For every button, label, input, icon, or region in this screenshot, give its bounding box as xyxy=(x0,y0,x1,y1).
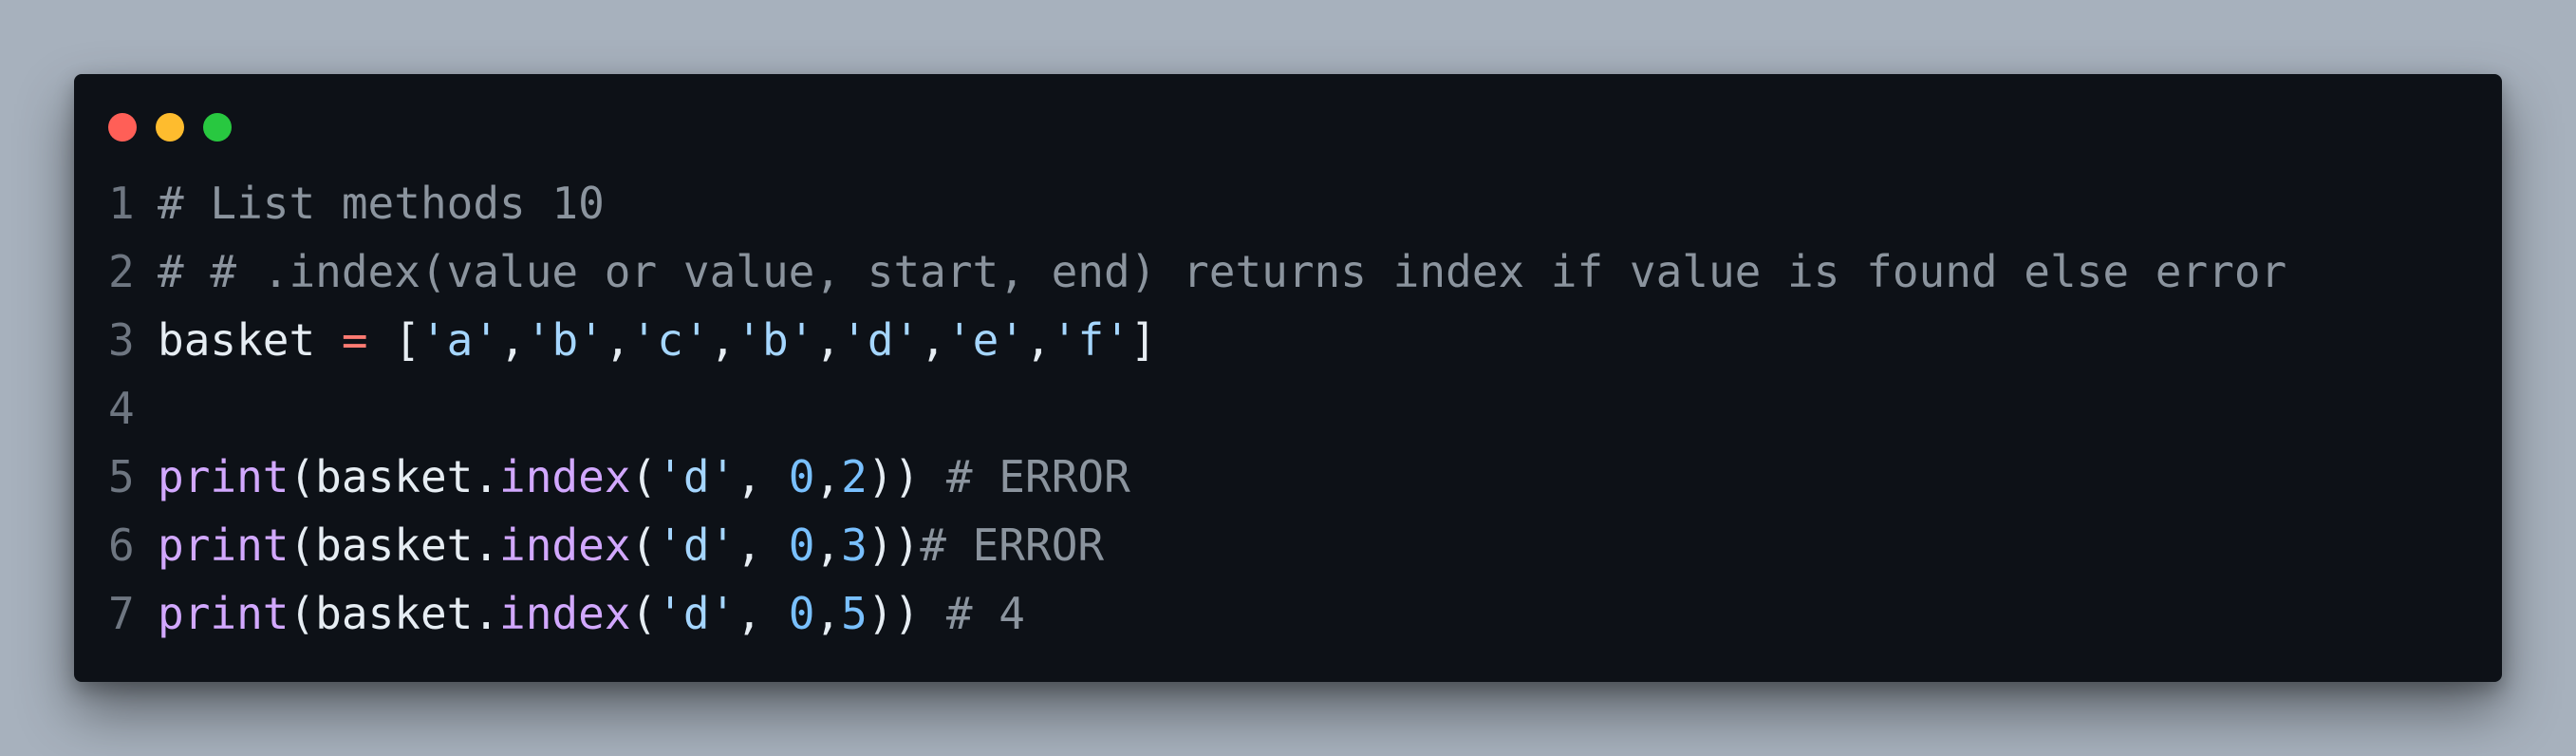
code-line: 4 xyxy=(108,374,2483,443)
line-number: 2 xyxy=(108,246,135,297)
token-plain: , xyxy=(604,314,631,366)
code-text: print(basket.index('d', 0,3))# ERROR xyxy=(158,511,1104,579)
token-plain: (basket. xyxy=(289,520,500,571)
token-plain: , xyxy=(736,588,789,639)
code-line: 7 print(basket.index('d', 0,5)) # 4 xyxy=(108,579,2483,648)
code-line: 5 print(basket.index('d', 0,2)) # ERROR xyxy=(108,443,2483,511)
token-plain: [ xyxy=(367,314,420,366)
token-plain: , xyxy=(709,314,737,366)
line-number: 4 xyxy=(108,383,135,434)
token-plain: , xyxy=(736,451,789,502)
code-line: 6 print(basket.index('d', 0,3))# ERROR xyxy=(108,511,2483,579)
token-str: 'a' xyxy=(420,314,500,366)
token-str: 'd' xyxy=(841,314,921,366)
token-plain: , xyxy=(1025,314,1052,366)
line-number: 1 xyxy=(108,178,135,229)
line-number: 6 xyxy=(108,520,135,571)
token-plain: , xyxy=(736,520,789,571)
token-plain: )) xyxy=(867,451,946,502)
token-num: 0 xyxy=(788,451,815,502)
token-str: 'd' xyxy=(657,520,737,571)
window-controls xyxy=(108,113,232,142)
token-plain: )) xyxy=(867,588,946,639)
token-str: 'd' xyxy=(657,588,737,639)
token-fn: print xyxy=(158,588,289,639)
token-comment: # # .index(value or value, start, end) r… xyxy=(158,246,2287,297)
minimize-dot-icon[interactable] xyxy=(156,113,184,142)
line-number: 3 xyxy=(108,314,135,366)
close-dot-icon[interactable] xyxy=(108,113,137,142)
code-text: print(basket.index('d', 0,5)) # 4 xyxy=(158,579,1025,648)
token-comment: # ERROR xyxy=(945,451,1130,502)
token-str: 'c' xyxy=(630,314,710,366)
token-comment: # ERROR xyxy=(920,520,1105,571)
token-plain: , xyxy=(814,314,842,366)
token-plain: basket xyxy=(158,314,342,366)
token-comment: # 4 xyxy=(945,588,1026,639)
token-num: 3 xyxy=(841,520,868,571)
code-editor: 1 # List methods 10 2 # # .index(value or v… xyxy=(108,169,2483,648)
code-window: 1 # List methods 10 2 # # .index(value or v… xyxy=(74,74,2502,682)
token-plain: , xyxy=(814,451,842,502)
token-plain: , xyxy=(499,314,526,366)
token-num: 2 xyxy=(841,451,868,502)
maximize-dot-icon[interactable] xyxy=(203,113,232,142)
code-line: 1 # List methods 10 xyxy=(108,169,2483,237)
code-line: 2 # # .index(value or value, start, end) … xyxy=(108,237,2483,306)
line-number: 5 xyxy=(108,451,135,502)
token-num: 0 xyxy=(788,588,815,639)
token-str: 'b' xyxy=(736,314,815,366)
token-num: 0 xyxy=(788,520,815,571)
code-line: 3 basket = ['a','b','c','b','d','e','f'] xyxy=(108,306,2483,374)
token-plain: (basket. xyxy=(289,451,500,502)
code-text: print(basket.index('d', 0,2)) # ERROR xyxy=(158,443,1130,511)
token-plain: ( xyxy=(630,520,658,571)
token-plain: ( xyxy=(630,451,658,502)
token-plain: , xyxy=(920,314,946,366)
token-fn: print xyxy=(158,451,289,502)
token-str: 'd' xyxy=(657,451,737,502)
token-plain: ] xyxy=(1129,314,1157,366)
token-plain: )) xyxy=(867,520,921,571)
token-num: 5 xyxy=(841,588,868,639)
code-text: # # .index(value or value, start, end) r… xyxy=(158,237,2287,306)
code-text: # List methods 10 xyxy=(158,169,605,237)
token-fn: print xyxy=(158,520,289,571)
token-fn: index xyxy=(499,451,631,502)
code-text: basket = ['a','b','c','b','d','e','f'] xyxy=(158,306,1157,374)
token-plain: , xyxy=(814,520,842,571)
token-comment: # List methods 10 xyxy=(158,178,605,229)
token-plain: , xyxy=(814,588,842,639)
token-str: 'e' xyxy=(945,314,1026,366)
token-plain: (basket. xyxy=(289,588,500,639)
token-plain: ( xyxy=(630,588,658,639)
token-op: = xyxy=(341,314,368,366)
token-fn: index xyxy=(499,588,631,639)
token-str: 'f' xyxy=(1051,314,1130,366)
line-number: 7 xyxy=(108,588,135,639)
token-fn: index xyxy=(499,520,631,571)
token-str: 'b' xyxy=(525,314,605,366)
